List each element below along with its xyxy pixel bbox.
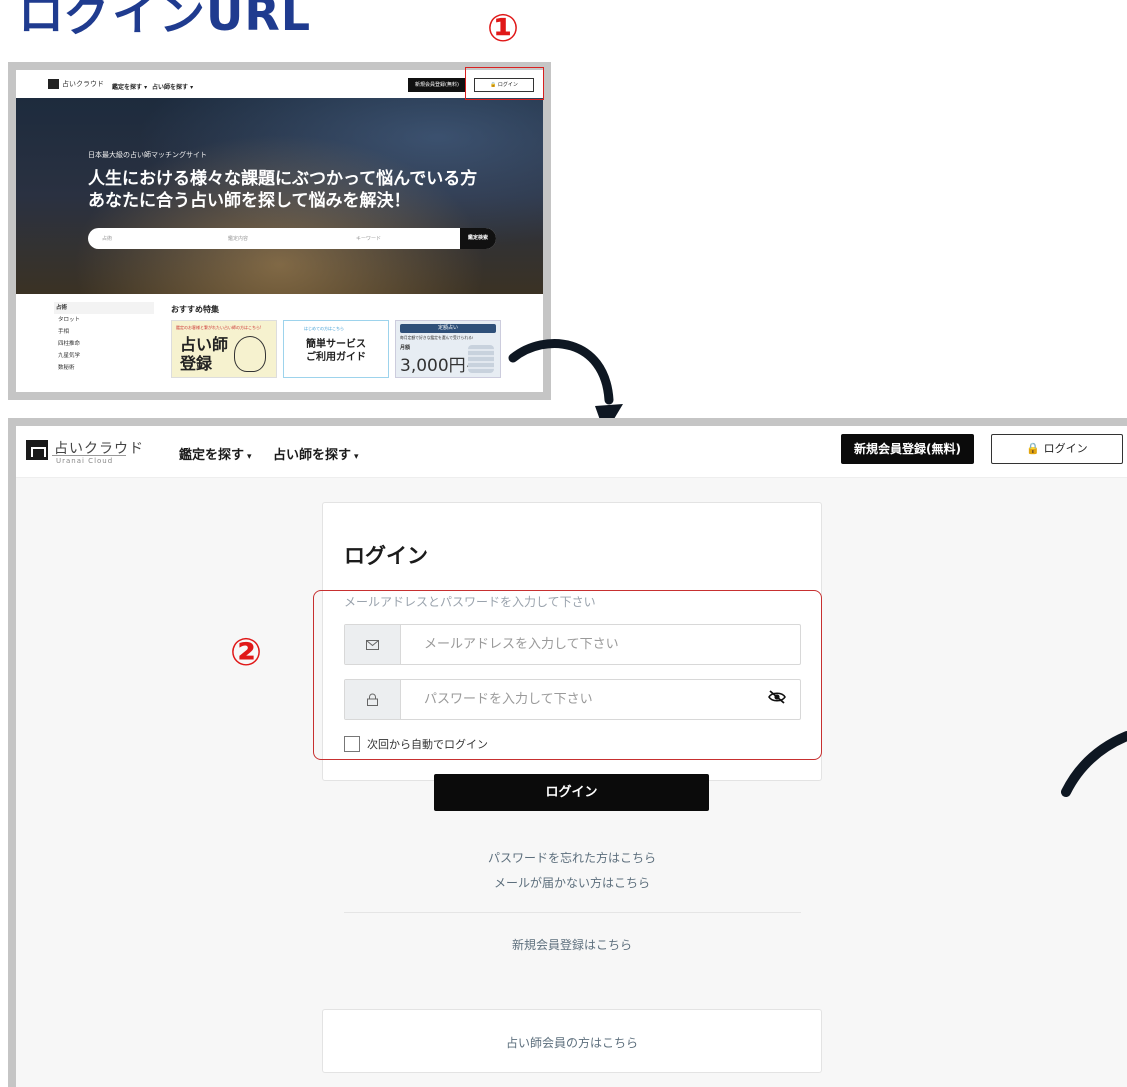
chevron-down-icon: ▾ — [354, 452, 359, 462]
search-field-content[interactable]: 鑑定内容 — [228, 235, 248, 242]
no-email-link[interactable]: メールが届かない方はこちら — [322, 874, 822, 891]
card-caption: はじめての方はこちら — [304, 326, 344, 331]
search-button[interactable]: 鑑定検索 — [460, 228, 496, 249]
fortune-teller-illustration — [234, 336, 266, 372]
login-button-highlight — [465, 67, 544, 100]
card-caption: 毎月定額で好きな鑑定を選んで受けられる! — [400, 335, 474, 340]
card-banner: 定額占い — [400, 324, 496, 333]
login-submit-button[interactable]: ログイン — [434, 774, 709, 811]
sidebar-item[interactable]: 数秘術 — [54, 362, 154, 374]
forgot-password-link[interactable]: パスワードを忘れた方はこちら — [322, 849, 822, 866]
curved-arrow-icon — [1061, 731, 1127, 797]
nav-find-fortune-tellers[interactable]: 占い師を探す ▾ — [152, 82, 193, 91]
featured-title: おすすめ特集 — [171, 305, 219, 314]
homepage-logo[interactable]: 占いクラウド — [62, 79, 104, 89]
divider — [344, 912, 801, 913]
featured-card-guide[interactable]: はじめての方はこちら 簡単サービス ご利用ガイド — [283, 320, 389, 378]
page-heading: ログインURL — [18, 0, 312, 41]
homepage-register-button[interactable]: 新規会員登録(無料) — [408, 78, 466, 92]
card-caption: 鑑定のお客様と繋がれたい占い師の方はこちら! — [176, 325, 262, 330]
hero-line-2: あなたに合う占い師を探して悩みを解決！ — [88, 191, 411, 211]
register-link[interactable]: 新規会員登録はこちら — [322, 936, 822, 953]
coins-illustration — [468, 345, 494, 373]
sidebar-item[interactable]: タロット — [54, 314, 154, 326]
divination-sidebar: 占術 タロット 手相 四柱推命 九星気学 数秘術 — [54, 302, 154, 374]
sidebar-item[interactable]: 四柱推命 — [54, 338, 154, 350]
card-title: 占い師 登録 — [180, 335, 229, 373]
hero-line-1: 人生における様々な課題にぶつかって悩んでいる方 — [88, 169, 478, 189]
search-field-divination[interactable]: 占術 — [102, 235, 112, 242]
nav-label: 鑑定を探す — [179, 448, 245, 463]
hero-search-bar[interactable]: 占術 鑑定内容 キーワード 鑑定検索 — [88, 228, 496, 249]
chevron-down-icon: ▾ — [247, 452, 252, 462]
search-field-keyword[interactable]: キーワード — [356, 235, 381, 242]
logo-text[interactable]: 占いクラウド — [54, 438, 144, 458]
hero-subtitle: 日本最大級の占い師マッチングサイト — [88, 151, 207, 159]
hero-banner: 日本最大級の占い師マッチングサイト 人生における様々な課題にぶつかって悩んでいる… — [16, 98, 543, 294]
nav-find-fortune-tellers[interactable]: 占い師を探す ▾ — [273, 444, 359, 463]
login-title: ログイン — [344, 544, 428, 568]
nav-label: 占い師を探す — [273, 448, 352, 463]
sidebar-item[interactable]: 九星気学 — [54, 350, 154, 362]
fortune-teller-login-card[interactable]: 占い師会員の方はこちら — [322, 1009, 822, 1073]
logo-icon — [26, 440, 48, 460]
homepage-navbar: 占いクラウド 鑑定を探す ▾ 占い師を探す ▾ 新規会員登録(無料) 🔒 ログイ… — [16, 70, 543, 98]
fortune-teller-login-link[interactable]: 占い師会員の方はこちら — [323, 1034, 821, 1051]
card-month-label: 月額 — [400, 345, 411, 351]
logo-icon — [48, 79, 59, 89]
step-marker-2: ② — [230, 630, 263, 674]
featured-card-fortune-teller-signup[interactable]: 鑑定のお客様と繋がれたい占い師の方はこちら! 占い師 登録 — [171, 320, 277, 378]
sidebar-heading: 占術 — [54, 302, 154, 314]
logo-subtext: Uranai Cloud — [56, 457, 114, 465]
step-marker-1: ① — [487, 6, 520, 50]
sidebar-item[interactable]: 手相 — [54, 326, 154, 338]
register-button[interactable]: 新規会員登録(無料) — [841, 434, 974, 464]
nav-find-readings[interactable]: 鑑定を探す ▾ — [179, 444, 252, 463]
featured-card-subscription[interactable]: 定額占い 毎月定額で好きな鑑定を選んで受けられる! 月額 3,000円~ — [395, 320, 501, 378]
navbar: 占いクラウド Uranai Cloud 鑑定を探す ▾ 占い師を探す ▾ 新規会員登… — [16, 426, 1127, 478]
nav-find-readings[interactable]: 鑑定を探す ▾ — [112, 82, 147, 91]
form-highlight — [313, 590, 822, 760]
homepage-screenshot: 占いクラウド 鑑定を探す ▾ 占い師を探す ▾ 新規会員登録(無料) 🔒 ログイ… — [8, 62, 551, 400]
card-title: 簡単サービス ご利用ガイド — [306, 339, 366, 363]
hero-headline: 人生における様々な課題にぶつかって悩んでいる方 あなたに合う占い師を探して悩みを… — [88, 168, 477, 212]
login-nav-button[interactable]: 🔒 ログイン — [991, 434, 1123, 464]
